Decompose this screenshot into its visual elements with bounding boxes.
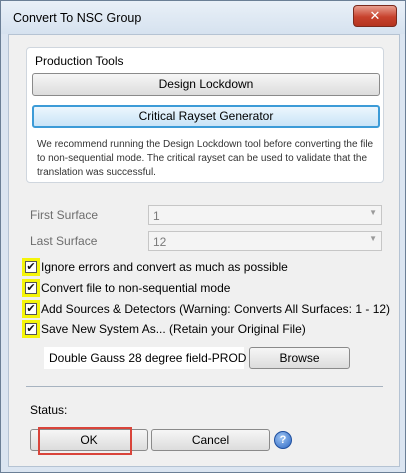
save-filename-field[interactable]: Double Gauss 28 degree field-PROD — [44, 347, 247, 369]
production-tools-note: We recommend running the Design Lockdown… — [37, 139, 374, 178]
last-surface-select[interactable]: 12 ▼ — [148, 231, 382, 251]
divider — [26, 386, 383, 387]
cancel-button[interactable]: Cancel — [151, 429, 270, 451]
ignore-errors-checkbox[interactable]: ✔ — [25, 261, 37, 273]
status-label: Status: — [30, 403, 68, 417]
checkbox-highlight: ✔ — [22, 300, 40, 318]
ok-button[interactable]: OK — [30, 429, 148, 451]
add-sources-checkbox[interactable]: ✔ — [25, 303, 37, 315]
design-lockdown-button[interactable]: Design Lockdown — [32, 73, 380, 96]
save-filename-value: Double Gauss 28 degree field-PROD — [49, 351, 247, 365]
checkbox-highlight: ✔ — [22, 279, 40, 297]
convert-nonsequential-checkbox[interactable]: ✔ — [25, 282, 37, 294]
browse-button[interactable]: Browse — [249, 347, 350, 369]
last-surface-label: Last Surface — [30, 234, 98, 248]
first-surface-label: First Surface — [30, 208, 99, 222]
production-tools-label: Production Tools — [35, 54, 124, 68]
help-icon[interactable]: ? — [274, 431, 292, 449]
last-surface-value: 12 — [153, 235, 167, 249]
close-button[interactable]: ✕ — [353, 5, 397, 27]
convert-nonsequential-label[interactable]: Convert file to non-sequential mode — [41, 281, 230, 295]
window-title: Convert To NSC Group — [13, 11, 142, 25]
first-surface-value: 1 — [153, 209, 160, 223]
dialog-body: Production Tools Design Lockdown Critica… — [8, 34, 400, 467]
close-icon: ✕ — [369, 8, 381, 23]
checkbox-highlight: ✔ — [22, 258, 40, 276]
title-bar[interactable]: Convert To NSC Group ✕ — [1, 1, 405, 34]
chevron-down-icon: ▼ — [369, 208, 377, 217]
chevron-down-icon: ▼ — [369, 234, 377, 243]
first-surface-select[interactable]: 1 ▼ — [148, 205, 382, 225]
save-new-system-checkbox[interactable]: ✔ — [25, 323, 37, 335]
critical-rayset-generator-button[interactable]: Critical Rayset Generator — [32, 105, 380, 128]
production-tools-group: Production Tools Design Lockdown Critica… — [26, 47, 384, 183]
add-sources-label[interactable]: Add Sources & Detectors (Warning: Conver… — [41, 302, 390, 316]
checkbox-highlight: ✔ — [22, 320, 40, 338]
dialog-window: Convert To NSC Group ✕ Production Tools … — [0, 0, 406, 473]
ignore-errors-label[interactable]: Ignore errors and convert as much as pos… — [41, 260, 288, 274]
save-new-system-label[interactable]: Save New System As... (Retain your Origi… — [41, 322, 306, 336]
